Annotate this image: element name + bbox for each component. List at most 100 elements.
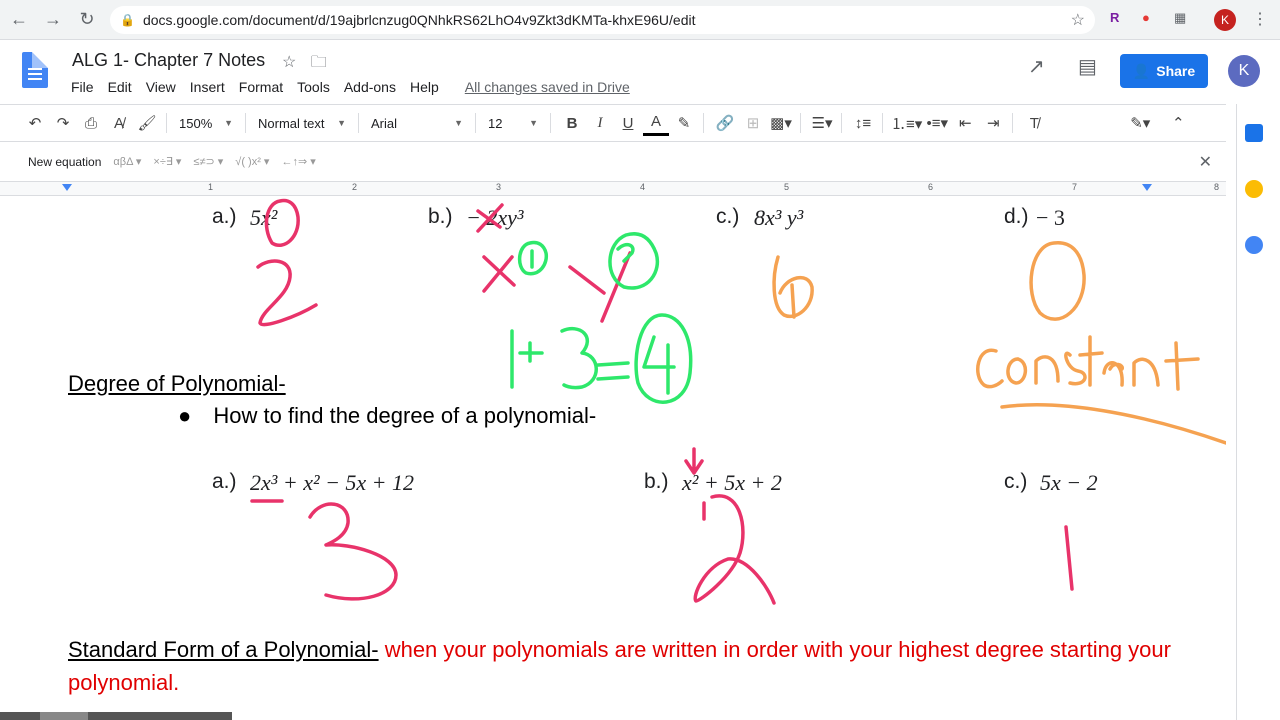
share-button[interactable]: 👤 Share <box>1120 54 1208 88</box>
address-bar[interactable]: 🔒 docs.google.com/document/d/19ajbrlcnzu… <box>110 6 1095 34</box>
star-icon[interactable]: ☆ <box>282 54 296 71</box>
redo-icon[interactable]: ↷ <box>50 110 76 136</box>
share-lock-icon: 👤 <box>1132 62 1151 79</box>
menu-insert[interactable]: Insert <box>183 77 232 97</box>
green-equation <box>510 313 693 404</box>
chevron-down-icon: ▼ <box>529 118 538 128</box>
browser-profile-avatar[interactable]: K <box>1214 9 1236 31</box>
new-equation-button[interactable]: New equation <box>28 155 101 169</box>
ruler-tick: 5 <box>784 182 790 192</box>
back-icon[interactable]: ← <box>4 5 34 35</box>
menu-format[interactable]: Format <box>232 77 290 97</box>
toolbar-divider <box>882 113 883 133</box>
chevron-down-icon: ▼ <box>224 118 233 128</box>
lock-icon: 🔒 <box>120 13 135 27</box>
insert-image-icon[interactable]: ▩▾ <box>768 110 794 136</box>
zoom-value: 150% <box>179 115 213 131</box>
font-size-select[interactable]: 12 ▼ <box>482 110 544 136</box>
pink-digit-2 <box>256 259 318 327</box>
arrows-menu[interactable]: ←↑⇒ ▾ <box>281 155 315 168</box>
extension-r-icon[interactable]: R <box>1110 10 1119 25</box>
item-label-a: a.) <box>212 470 237 493</box>
chevron-down-icon: ▼ <box>337 118 346 128</box>
operations-menu[interactable]: ×÷∃ ▾ <box>153 155 181 168</box>
bookmark-star-icon[interactable]: ☆ <box>1071 10 1085 30</box>
move-folder-icon[interactable]: 🗀 <box>311 54 327 71</box>
paragraph-style-select[interactable]: Normal text ▼ <box>252 110 352 136</box>
menu-tools[interactable]: Tools <box>290 77 337 97</box>
save-status[interactable]: All changes saved in Drive <box>458 77 637 97</box>
increase-indent-icon[interactable]: ⇥ <box>980 110 1006 136</box>
menu-file[interactable]: File <box>64 77 101 97</box>
close-icon[interactable]: ✕ <box>1199 152 1212 172</box>
browser-menu-icon[interactable]: ⋮ <box>1252 9 1268 29</box>
menu-help[interactable]: Help <box>403 77 446 97</box>
orange-tail <box>790 283 796 319</box>
green-digit-3-small <box>616 242 635 263</box>
url-text: docs.google.com/document/d/19ajbrlcnzug0… <box>142 12 696 28</box>
account-avatar[interactable]: K <box>1228 55 1260 87</box>
toolbar-divider <box>703 113 704 133</box>
document-title[interactable]: ALG 1- Chapter 7 Notes <box>72 50 265 71</box>
orange-word-constant <box>976 335 1200 391</box>
font-size-value: 12 <box>488 115 503 131</box>
docs-logo-icon[interactable] <box>22 52 48 88</box>
style-value: Normal text <box>258 115 325 131</box>
comments-icon[interactable]: ▤ <box>1078 54 1097 79</box>
spellcheck-icon[interactable]: A̸ <box>106 110 132 136</box>
bulleted-list-icon[interactable]: •≡▾ <box>924 110 950 136</box>
extension-record-icon[interactable]: ● <box>1142 10 1150 25</box>
title-actions: ☆ 🗀 <box>282 51 327 78</box>
ruler-tick: 1 <box>208 182 214 192</box>
pink-digit-2b <box>693 494 776 605</box>
reload-icon[interactable]: ↻ <box>72 5 102 35</box>
editing-mode-icon[interactable]: ✎▾ <box>1127 110 1153 136</box>
font-select[interactable]: Arial ▼ <box>365 110 469 136</box>
expression: 5x² <box>250 205 278 230</box>
calendar-icon[interactable] <box>1245 124 1263 142</box>
clear-formatting-icon[interactable]: T̸ <box>1021 110 1047 136</box>
extensions-grid-icon[interactable]: ▦ <box>1174 10 1186 26</box>
forward-icon[interactable]: → <box>38 5 68 35</box>
menu-addons[interactable]: Add-ons <box>337 77 403 97</box>
document-page[interactable]: a.) 5x² b.) − 2xy³ c.) 8x³ y³ d.) − 3 De… <box>0 197 1226 720</box>
expression: 2x³ + x² − 5x + 12 <box>250 470 415 495</box>
item-label-c: c.) <box>716 205 740 228</box>
ruler-tick: 7 <box>1072 182 1078 192</box>
horizontal-scrollbar[interactable] <box>0 712 232 720</box>
keep-icon[interactable] <box>1245 180 1263 198</box>
tasks-icon[interactable] <box>1245 236 1263 254</box>
greek-letters-menu[interactable]: αβΔ ▾ <box>113 155 141 168</box>
toolbar-divider <box>1012 113 1014 133</box>
ruler-tick: 6 <box>928 182 934 192</box>
insert-comment-icon[interactable]: ⊞ <box>740 110 766 136</box>
paint-format-icon[interactable]: 🖌 <box>134 110 160 136</box>
relations-menu[interactable]: ≤≠⊃ ▾ <box>193 155 223 168</box>
italic-icon[interactable]: I <box>587 110 613 136</box>
activity-trend-icon[interactable]: ↗ <box>1028 54 1045 79</box>
zoom-select[interactable]: 150% ▼ <box>173 110 239 136</box>
line-spacing-icon[interactable]: ↕≡ <box>850 110 876 136</box>
right-indent-marker[interactable] <box>1142 184 1152 191</box>
align-icon[interactable]: ☰▾ <box>809 110 835 136</box>
expression: − 3 <box>1036 205 1065 230</box>
bold-icon[interactable]: B <box>559 110 585 136</box>
ruler[interactable]: 1 2 3 4 5 6 7 8 <box>0 182 1226 196</box>
decrease-indent-icon[interactable]: ⇤ <box>952 110 978 136</box>
highlight-color-icon[interactable]: ✎ <box>671 110 697 136</box>
menu-view[interactable]: View <box>139 77 183 97</box>
underline-icon[interactable]: U <box>615 110 641 136</box>
expression: 5x − 2 <box>1040 470 1098 495</box>
browser-chrome: ← → ↻ 🔒 docs.google.com/document/d/19ajb… <box>0 0 1280 40</box>
collapse-menus-icon[interactable]: ⌃ <box>1165 110 1191 136</box>
left-indent-marker[interactable] <box>62 184 72 191</box>
section-heading: Standard Form of a Polynomial- <box>68 637 379 662</box>
ruler-tick: 4 <box>640 182 646 192</box>
numbered-list-icon[interactable]: ⒈≡▾ <box>891 110 922 136</box>
math-operators-menu[interactable]: √( )x² ▾ <box>235 155 269 168</box>
text-color-icon[interactable]: A <box>643 110 669 136</box>
menu-edit[interactable]: Edit <box>101 77 139 97</box>
print-icon[interactable]: ⎙ <box>78 110 104 136</box>
insert-link-icon[interactable]: 🔗 <box>712 110 738 136</box>
undo-icon[interactable]: ↶ <box>22 110 48 136</box>
